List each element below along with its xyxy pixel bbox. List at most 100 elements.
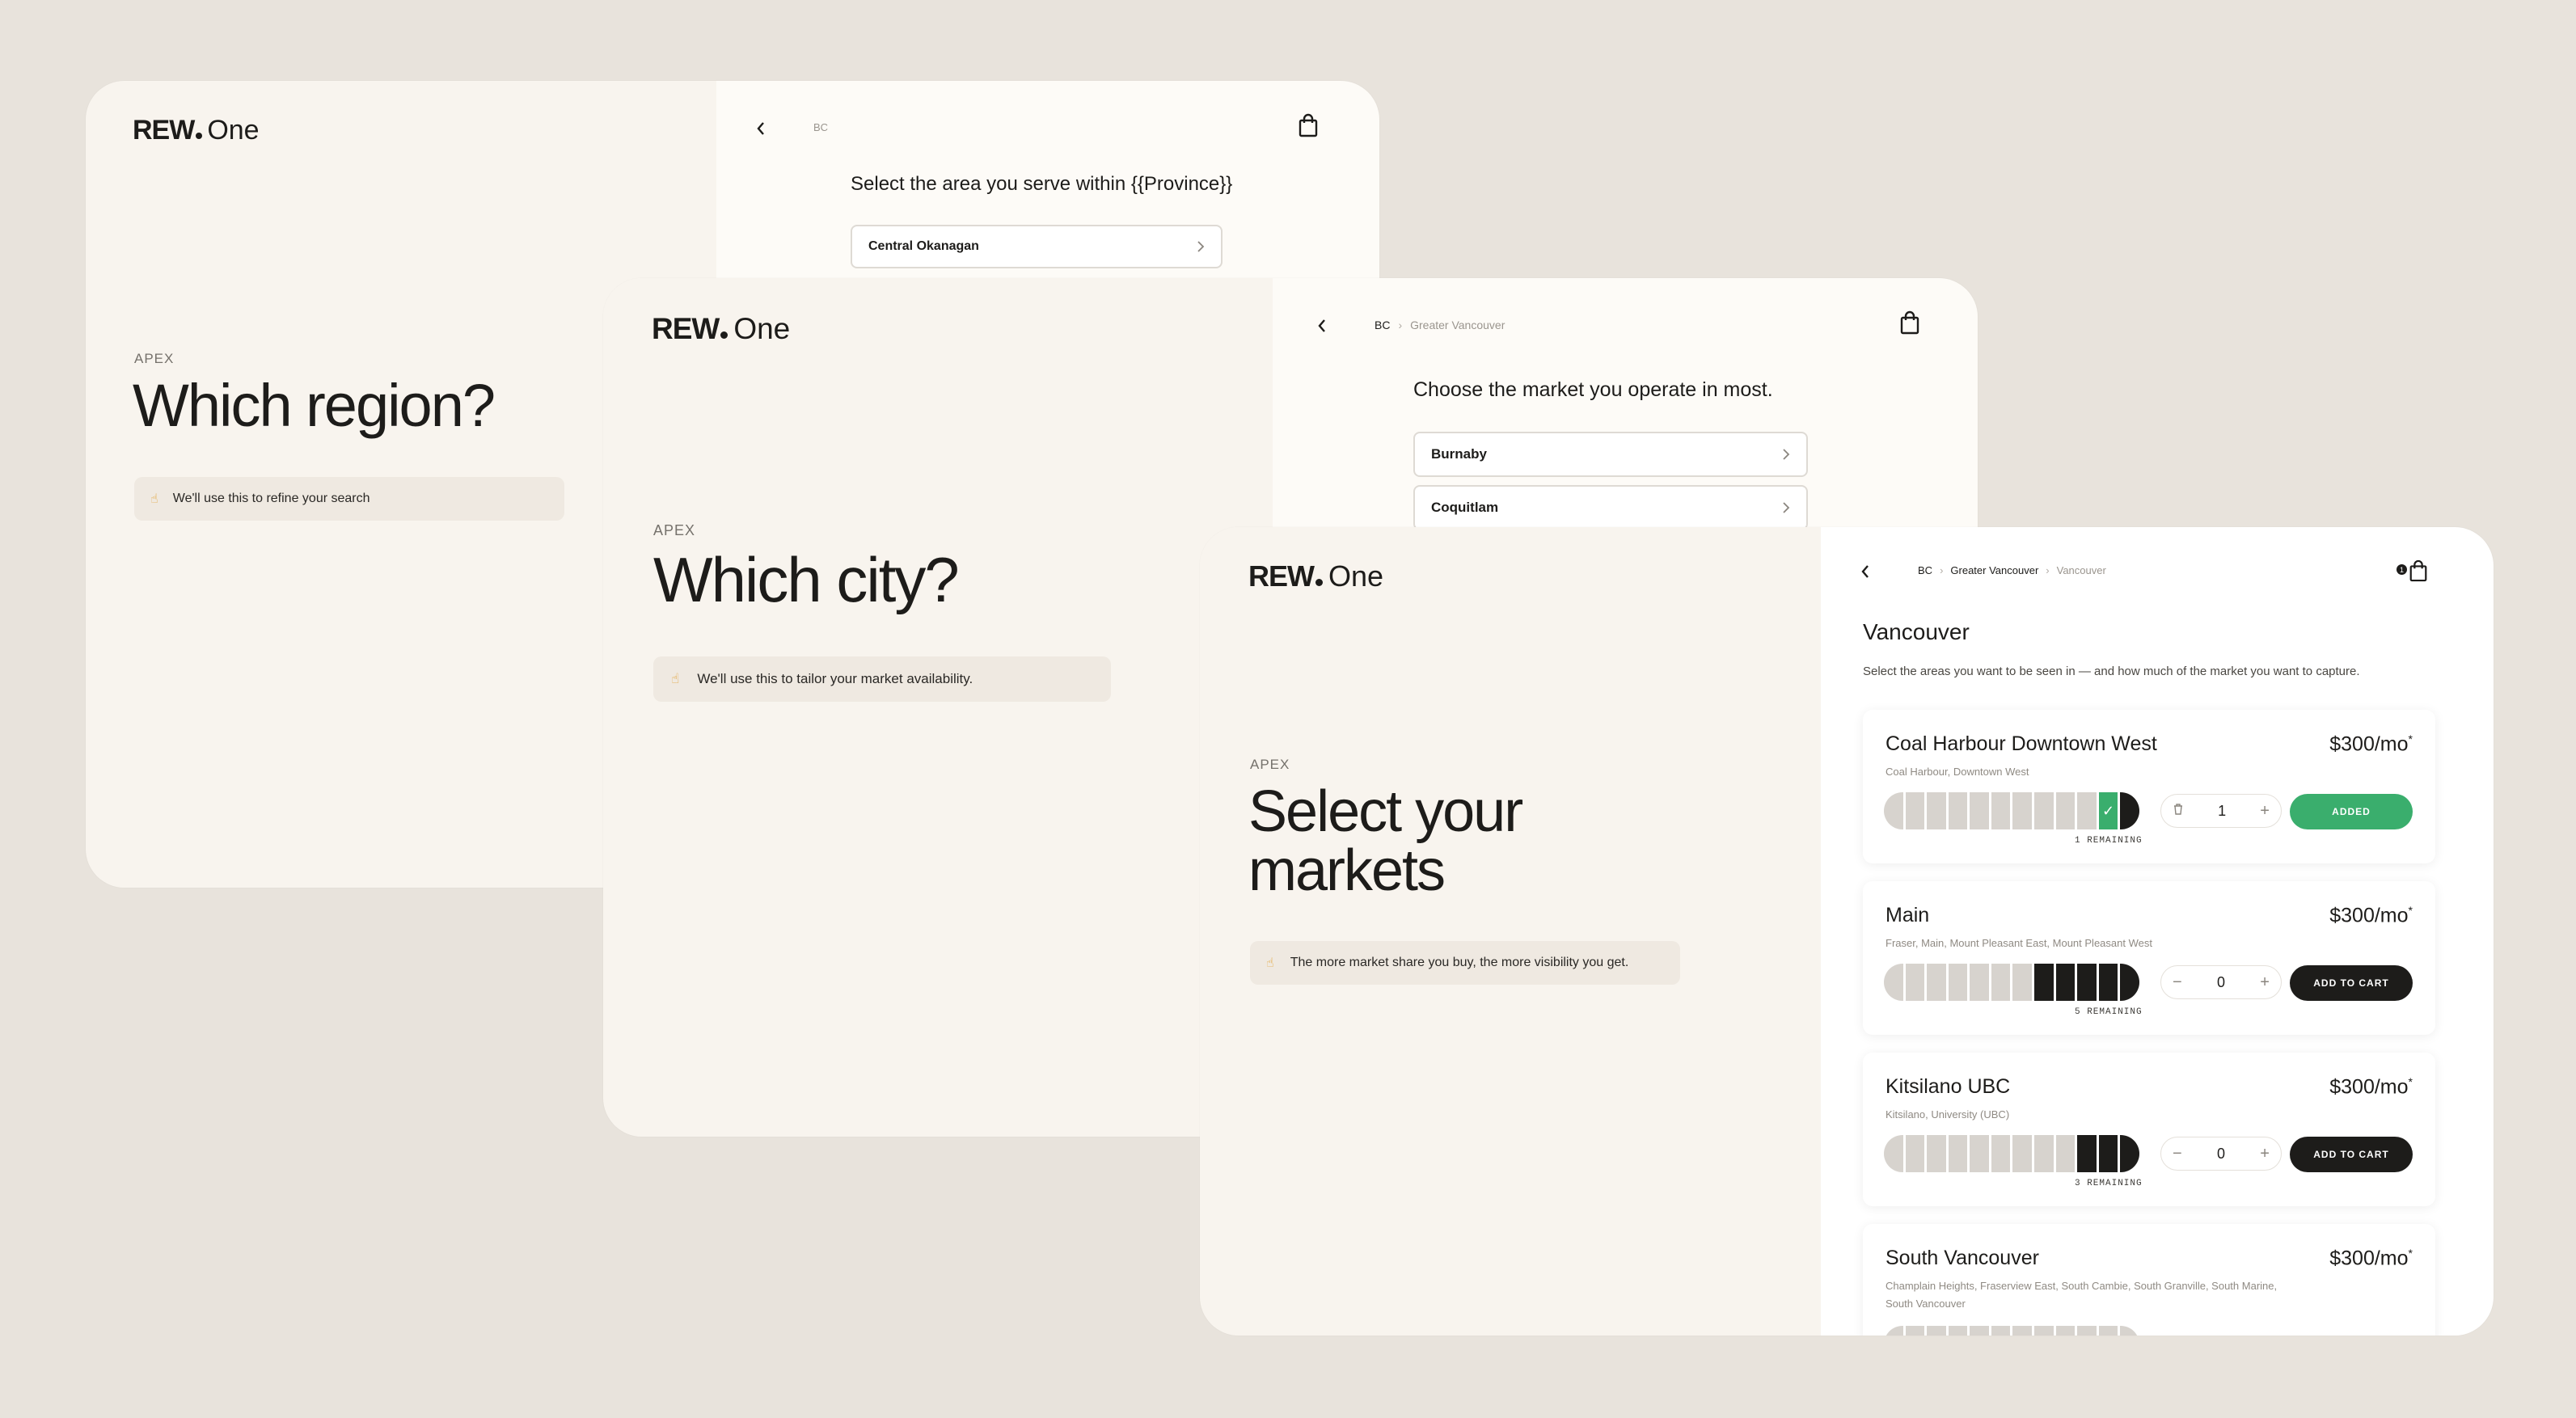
quantity-stepper: − 0 + — [2160, 1137, 2282, 1171]
market-card: Coal Harbour Downtown West $300/mo* Coal… — [1863, 710, 2435, 863]
share-segment — [2055, 792, 2076, 829]
plus-icon[interactable]: + — [2260, 973, 2270, 992]
share-segment — [1948, 792, 1968, 829]
remaining-count: 5 REMAINING — [2075, 1007, 2143, 1017]
market-price: $300/mo* — [2329, 904, 2413, 927]
market-name: South Vancouver — [1886, 1247, 2039, 1269]
city-option-burnaby[interactable]: Burnaby — [1413, 432, 1808, 477]
city-intro-panel: REW One APEX Which city? ☝ We'll use this… — [603, 278, 1273, 1137]
breadcrumb-separator-icon: › — [2046, 564, 2050, 576]
breadcrumb-separator-icon: › — [1940, 564, 1944, 576]
question-title: Select the area you serve within {{Provi… — [851, 173, 1233, 195]
remaining-count: 3 REMAINING — [2075, 1179, 2143, 1188]
market-areas: Fraser, Main, Mount Pleasant East, Mount… — [1886, 937, 2152, 949]
share-segment — [2120, 1135, 2139, 1172]
breadcrumb-item[interactable]: Greater Vancouver — [1410, 319, 1505, 331]
region-option[interactable]: Central Okanagan — [851, 225, 1223, 268]
hint-box: ☝ We'll use this to tailor your market a… — [653, 656, 1111, 702]
share-segment — [1884, 1326, 1903, 1336]
share-segment — [2012, 964, 2033, 1001]
share-segment — [1970, 964, 1989, 1001]
market-card: South Vancouver $300/mo* Champlain Heigh… — [1863, 1224, 2435, 1336]
hint-text: We'll use this to tailor your market ava… — [697, 671, 973, 686]
share-segment — [1927, 964, 1946, 1001]
back-button[interactable] — [1853, 559, 1877, 584]
add-to-cart-button[interactable]: ADD TO CART — [2290, 1137, 2413, 1172]
market-share-bar — [1884, 1135, 2139, 1172]
share-segment — [2012, 792, 2033, 829]
chevron-right-icon — [1783, 449, 1790, 460]
share-segment — [2077, 1326, 2097, 1336]
minus-icon[interactable]: − — [2173, 1145, 2182, 1163]
eyebrow-label: APEX — [653, 522, 696, 538]
market-name: Coal Harbour Downtown West — [1886, 732, 2157, 755]
share-segment — [1991, 964, 2011, 1001]
minus-icon[interactable]: − — [2173, 973, 2182, 992]
selected-segment-check-icon: ✓ — [2098, 792, 2118, 829]
shopping-bag-icon — [1900, 310, 1919, 335]
share-segment — [1905, 1326, 1925, 1336]
chevron-right-icon — [1197, 241, 1205, 252]
add-to-cart-button[interactable]: ADD TO CART — [2290, 965, 2413, 1001]
share-segment — [1905, 964, 1925, 1001]
plus-icon[interactable]: + — [2260, 802, 2270, 821]
back-button[interactable] — [1310, 314, 1334, 338]
breadcrumb: BC › Greater Vancouver › Vancouver — [1918, 564, 2106, 576]
share-segment — [2120, 964, 2139, 1001]
share-segment — [1927, 1326, 1946, 1336]
market-card: Main $300/mo* Fraser, Main, Mount Pleasa… — [1863, 881, 2435, 1035]
breadcrumb-separator-icon: › — [1398, 319, 1403, 331]
share-segment — [1991, 792, 2011, 829]
breadcrumb-item[interactable]: BC — [1375, 319, 1390, 331]
chevron-right-icon — [1783, 502, 1790, 513]
share-segment — [2012, 1326, 2033, 1336]
breadcrumb-item[interactable]: BC — [1918, 564, 1932, 576]
chevron-left-icon — [757, 122, 764, 135]
breadcrumb-item[interactable]: Vancouver — [2057, 564, 2106, 576]
page-title: Select your markets — [1248, 779, 1523, 904]
breadcrumb-item[interactable]: Greater Vancouver — [1950, 564, 2038, 576]
share-segment — [2055, 964, 2076, 1001]
cart-button[interactable]: 1 — [2397, 559, 2429, 586]
share-segment — [1927, 792, 1946, 829]
brand-logo: REW One — [1248, 559, 1384, 593]
pointing-finger-icon: ☝ — [150, 492, 158, 506]
quantity-value: 0 — [2216, 1145, 2225, 1162]
share-segment — [2120, 1326, 2139, 1336]
share-segment — [2098, 1135, 2118, 1172]
chevron-left-icon — [1861, 565, 1869, 578]
quantity-stepper: − 0 + — [2160, 965, 2282, 999]
hint-text: The more market share you buy, the more … — [1290, 956, 1629, 969]
city-option-coquitlam[interactable]: Coquitlam — [1413, 485, 1808, 530]
shopping-bag-icon — [2409, 559, 2427, 582]
market-areas: Champlain Heights, Fraserview East, Sout… — [1886, 1280, 2278, 1310]
hint-box: ☝ We'll use this to refine your search — [134, 477, 564, 521]
added-button[interactable]: ADDED — [2290, 794, 2413, 829]
city-subtitle: Select the areas you want to be seen in … — [1863, 665, 2360, 678]
share-segment — [2120, 792, 2139, 829]
market-price: $300/mo* — [2329, 1075, 2413, 1099]
hint-text: We'll use this to refine your search — [172, 492, 370, 505]
trash-icon[interactable] — [2173, 802, 2184, 821]
chevron-left-icon — [1318, 319, 1325, 332]
market-name: Main — [1886, 904, 1930, 926]
markets-intro-panel: REW One APEX Select your markets ☝ The mo… — [1200, 527, 1821, 1336]
market-areas: Coal Harbour, Downtown West — [1886, 766, 2029, 778]
share-segment — [1884, 964, 1903, 1001]
market-share-bar — [1884, 1326, 2139, 1336]
cart-button[interactable] — [1898, 310, 1921, 339]
cart-button[interactable] — [1297, 113, 1320, 141]
plus-icon[interactable]: + — [2260, 1145, 2270, 1163]
page-title: Which city? — [653, 544, 960, 615]
brand-logo: REW One — [652, 312, 791, 345]
back-button[interactable] — [749, 116, 773, 141]
breadcrumb-item[interactable]: BC — [813, 121, 828, 133]
eyebrow-label: APEX — [134, 351, 175, 366]
share-segment — [1905, 792, 1925, 829]
share-segment — [1970, 1135, 1989, 1172]
quantity-stepper: 1 + — [2160, 794, 2282, 828]
pointing-finger-icon: ☝ — [671, 671, 680, 686]
screen-markets-card: REW One APEX Select your markets ☝ The mo… — [1200, 527, 2494, 1336]
market-name: Kitsilano UBC — [1886, 1075, 2011, 1098]
share-segment — [1884, 792, 1903, 829]
